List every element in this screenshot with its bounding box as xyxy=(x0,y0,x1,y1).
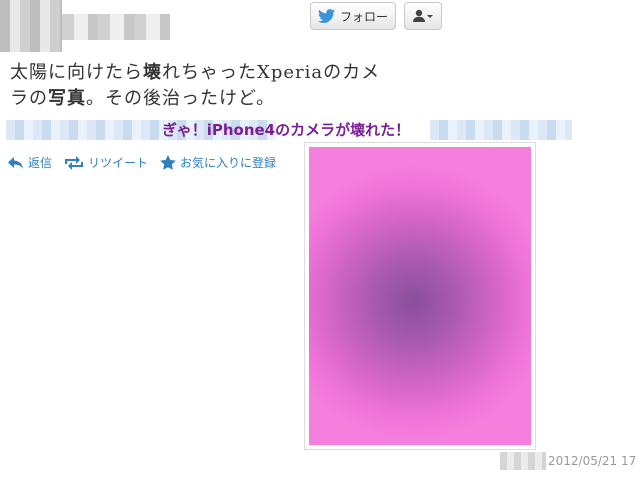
reply-icon xyxy=(8,156,23,169)
follow-label: フォロー xyxy=(339,9,388,24)
retweet-action[interactable]: リツイート xyxy=(64,154,148,171)
favorite-label: お気に入りに登録 xyxy=(180,156,277,170)
retweet-icon xyxy=(65,155,84,170)
blurred-avatar xyxy=(0,0,62,52)
favorite-action[interactable]: お気に入りに登録 xyxy=(160,154,276,171)
person-dropdown-icon xyxy=(413,9,433,22)
retweet-label: リツイート xyxy=(88,156,149,170)
user-actions-button[interactable] xyxy=(404,2,442,30)
blurred-link-tail[interactable] xyxy=(430,120,572,140)
star-icon xyxy=(160,155,176,170)
twitter-bird-icon xyxy=(317,9,335,23)
tweet-text: 太陽に向けたら壊れちゃったXperiaのカメ ラの写真。その後治ったけど。 xyxy=(10,62,381,109)
tweet-actions: 返信 リツイート お気に入りに登録 xyxy=(8,154,276,171)
tweet-headline: ぎゃ！iPhone4のカメラが壊れた！ xyxy=(162,121,411,139)
reply-action[interactable]: 返信 xyxy=(8,154,52,171)
blurred-username xyxy=(62,14,170,40)
reply-label: 返信 xyxy=(28,156,53,170)
follow-button[interactable]: フォロー xyxy=(310,2,396,30)
camera-photo xyxy=(309,147,531,445)
photo-frame[interactable] xyxy=(304,142,536,450)
blurred-footer-user xyxy=(500,452,546,470)
timestamp[interactable]: 2012/05/21 17 xyxy=(548,454,636,468)
